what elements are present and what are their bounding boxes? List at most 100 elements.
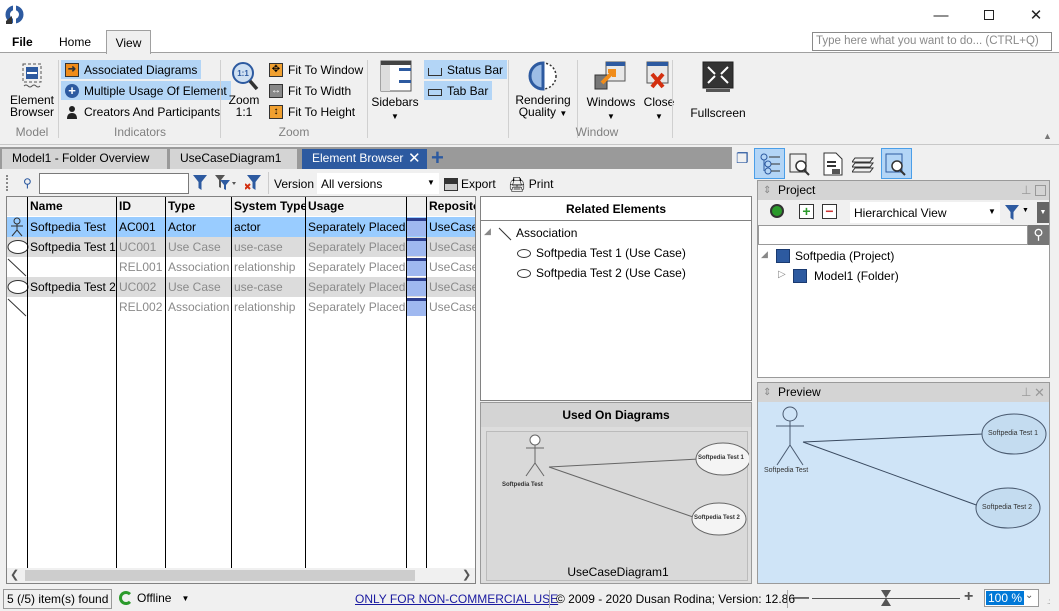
zoom-out-button[interactable]: —	[793, 590, 809, 606]
fullscreen-button[interactable]: Fullscreen	[688, 60, 748, 122]
close-panel-icon[interactable]: ✕	[1034, 383, 1045, 402]
tree-node-folder[interactable]: ▷ Model1 (Folder)	[778, 268, 1038, 286]
doc-tab-usecase-diagram[interactable]: UseCaseDiagram1	[170, 149, 298, 169]
associated-diagram-indicator[interactable]	[407, 298, 426, 316]
sidebars-dropdown-button[interactable]: Sidebars ▼	[370, 60, 420, 122]
filter-input[interactable]	[39, 173, 189, 194]
menu-tab-home[interactable]: Home	[49, 30, 101, 54]
license-link[interactable]: ONLY FOR NON-COMMERCIAL USE	[355, 591, 558, 607]
print-button[interactable]: 🖨 Print	[508, 174, 553, 194]
sidebar-tab-search-icon[interactable]	[789, 152, 813, 176]
sidebar-tab-project[interactable]	[754, 148, 785, 179]
column-header-id[interactable]: ID	[117, 197, 165, 216]
diagram-thumbnail[interactable]: Softpedia Test Softpedia Test 1 Softpedi…	[486, 431, 749, 581]
filter-icon[interactable]	[193, 175, 207, 190]
clear-filter-icon[interactable]	[245, 175, 261, 190]
close-tab-icon[interactable]: ✕	[408, 149, 421, 168]
associated-diagram-indicator[interactable]	[407, 278, 426, 296]
refresh-icon[interactable]	[770, 204, 784, 218]
column-header-type[interactable]: Type	[166, 197, 231, 216]
zoom-1-1-button[interactable]: 1:1 Zoom 1:1	[226, 60, 262, 120]
associated-diagrams-toggle[interactable]: ➜ Associated Diagrams	[61, 60, 202, 79]
horizontal-scrollbar[interactable]: ❮ ❯	[7, 568, 475, 583]
maximize-panel-icon[interactable]	[1035, 185, 1046, 196]
group-label-window: Window	[575, 125, 619, 139]
toolbar-overflow-button[interactable]: ▼	[1037, 202, 1049, 223]
window-list-icon[interactable]: ❐	[736, 150, 749, 167]
expand-all-icon[interactable]: +	[799, 204, 814, 219]
cell-type: Use Case	[168, 280, 221, 294]
sidebar-tab-properties-icon[interactable]	[822, 152, 844, 176]
connection-status-dropdown[interactable]: Offline ▼	[119, 590, 189, 606]
expand-triangle-icon[interactable]: ◢	[761, 249, 768, 260]
view-mode-value: Hierarchical View	[854, 206, 947, 220]
scroll-right-icon[interactable]: ❯	[462, 568, 471, 581]
table-row[interactable]: REL001 Association relationship Separately …	[7, 257, 475, 277]
associated-diagram-indicator[interactable]	[407, 218, 426, 236]
project-panel-header[interactable]: ⇕ Project ⊥	[758, 181, 1049, 200]
column-header-indicator[interactable]	[407, 197, 426, 216]
version-select[interactable]: All versions ▼	[317, 173, 439, 194]
sidebar-tab-layers-icon[interactable]	[852, 152, 876, 176]
related-item[interactable]: Softpedia Test 1 (Use Case)	[517, 245, 737, 263]
maximize-button[interactable]	[966, 0, 1012, 30]
multiple-usage-toggle[interactable]: + Multiple Usage Of Element	[61, 81, 231, 100]
scroll-left-icon[interactable]: ❮	[10, 568, 19, 581]
table-row[interactable]: REL002 Association relationship Separately …	[7, 297, 475, 317]
scrollbar-thumb[interactable]	[25, 570, 415, 581]
tree-node-project[interactable]: ◢ Softpedia (Project)	[761, 248, 1041, 266]
fit-to-height-button[interactable]: ↕ Fit To Height	[265, 102, 359, 121]
search-icon[interactable]: ⚲	[1028, 225, 1049, 245]
export-button[interactable]: Export	[444, 174, 496, 194]
zoom-percent-select[interactable]: 100 % ⌄	[984, 589, 1039, 607]
add-tab-icon[interactable]: +	[431, 147, 451, 169]
menu-tab-view[interactable]: View	[106, 30, 151, 54]
doc-tab-folder-overview[interactable]: Model1 - Folder Overview	[2, 149, 168, 169]
rendering-quality-button[interactable]: Rendering Quality ▼	[512, 60, 574, 122]
fit-to-width-button[interactable]: ↔ Fit To Width	[265, 81, 355, 100]
column-header-usage[interactable]: Usage	[306, 197, 406, 216]
status-bar-toggle[interactable]: Status Bar	[424, 60, 508, 79]
collapse-all-icon[interactable]: −	[822, 204, 837, 219]
project-search-input[interactable]	[758, 225, 1028, 245]
project-filter-icon[interactable]	[1005, 205, 1019, 220]
fit-to-window-button[interactable]: ✥ Fit To Window	[265, 60, 367, 79]
tab-bar-toggle[interactable]: Tab Bar	[424, 81, 493, 100]
association-line	[548, 466, 694, 518]
view-mode-select[interactable]: Hierarchical View ▼	[850, 202, 1000, 223]
doc-tab-element-browser[interactable]: Element Browser ✕	[302, 149, 428, 169]
sidebar-tab-preview[interactable]	[881, 148, 912, 179]
associated-diagram-indicator[interactable]	[407, 238, 426, 256]
zoom-in-button[interactable]: +	[964, 588, 973, 606]
menu-tab-file[interactable]: File	[2, 30, 43, 54]
minimize-button[interactable]: —	[918, 0, 964, 30]
collapse-ribbon-icon[interactable]: ▲	[1043, 131, 1052, 141]
pin-icon[interactable]: ⊥	[1021, 181, 1031, 200]
chevron-down-icon: ▼	[427, 178, 435, 187]
preview-panel-header[interactable]: ⇕ Preview ⊥ ✕	[758, 383, 1049, 402]
column-header-name[interactable]: Name	[28, 197, 116, 216]
table-row[interactable]: Softpedia Test 1 UC001 Use Case use-case Sep…	[7, 237, 475, 257]
related-item[interactable]: Softpedia Test 2 (Use Case)	[517, 265, 737, 283]
column-header-system-type[interactable]: System Type	[232, 197, 305, 216]
table-row[interactable]: Softpedia Test AC001 Actor actor Separately …	[7, 217, 475, 237]
element-browser-button[interactable]: Element Browser	[6, 60, 58, 120]
chevron-down-icon: ▼	[1022, 207, 1029, 214]
expand-triangle-icon[interactable]: ◢	[484, 226, 491, 237]
associated-diagram-indicator[interactable]	[407, 258, 426, 276]
tree-node-association[interactable]: ◢ Association	[484, 225, 744, 243]
filter-options-icon[interactable]	[215, 175, 237, 190]
table-row[interactable]: Softpedia Test 2 UC002 Use Case use-case Sep…	[7, 277, 475, 297]
toolbar-grip[interactable]	[6, 175, 9, 191]
column-header-repository[interactable]: Reposito	[427, 197, 475, 216]
pin-icon[interactable]: ⊥	[1021, 383, 1031, 402]
windows-dropdown-button[interactable]: Windows ▼	[584, 60, 638, 122]
zoom-slider-thumb[interactable]	[881, 590, 891, 606]
cell-id: REL002	[119, 300, 163, 314]
command-search-input[interactable]: Type here what you want to do... (CTRL+Q…	[812, 32, 1052, 51]
close-window-button[interactable]: ✕	[1013, 0, 1059, 30]
resize-grip-icon[interactable]: .:	[1047, 597, 1051, 606]
cell-name	[28, 297, 116, 317]
collapsed-triangle-icon[interactable]: ▷	[778, 269, 786, 280]
creators-participants-toggle[interactable]: Creators And Participants	[61, 102, 224, 121]
